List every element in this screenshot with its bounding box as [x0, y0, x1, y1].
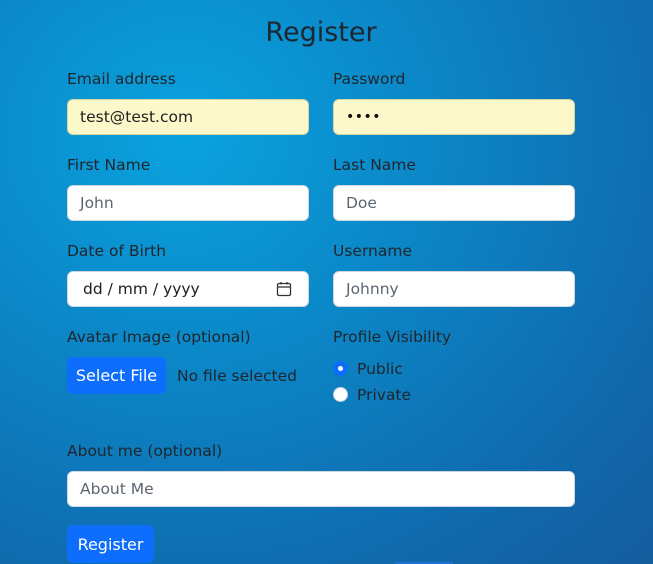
password-label: Password: [333, 70, 406, 88]
dob-field[interactable]: dd / mm / yyyy: [67, 271, 309, 307]
email-value: test@test.com: [80, 108, 194, 126]
radio-public-label[interactable]: Public: [357, 360, 403, 378]
first-name-placeholder: John: [80, 194, 114, 212]
first-name-field[interactable]: John: [67, 185, 309, 221]
page-title: Register: [265, 17, 377, 48]
radio-private-label[interactable]: Private: [357, 386, 411, 404]
last-name-label: Last Name: [333, 156, 416, 174]
file-status: No file selected: [177, 367, 297, 385]
select-file-button[interactable]: Select File: [67, 357, 166, 394]
radio-private[interactable]: [333, 387, 348, 402]
dob-label: Date of Birth: [67, 242, 167, 260]
last-name-placeholder: Doe: [346, 194, 377, 212]
about-label: About me (optional): [67, 442, 223, 460]
visibility-label: Profile Visibility: [333, 328, 452, 346]
username-label: Username: [333, 242, 413, 260]
username-placeholder: Johnny: [346, 280, 399, 298]
username-field[interactable]: Johnny: [333, 271, 575, 307]
last-name-field[interactable]: Doe: [333, 185, 575, 221]
first-name-label: First Name: [67, 156, 151, 174]
about-field[interactable]: About Me: [67, 471, 575, 507]
about-placeholder: About Me: [80, 480, 154, 498]
avatar-label: Avatar Image (optional): [67, 328, 251, 346]
email-field[interactable]: test@test.com: [67, 99, 309, 135]
password-field[interactable]: ••••: [333, 99, 575, 135]
calendar-icon[interactable]: [276, 281, 292, 297]
radio-public[interactable]: [333, 361, 348, 376]
register-button[interactable]: Register: [67, 525, 154, 563]
email-label: Email address: [67, 70, 176, 88]
dob-placeholder: dd / mm / yyyy: [83, 280, 200, 298]
password-mask: ••••: [346, 109, 382, 125]
